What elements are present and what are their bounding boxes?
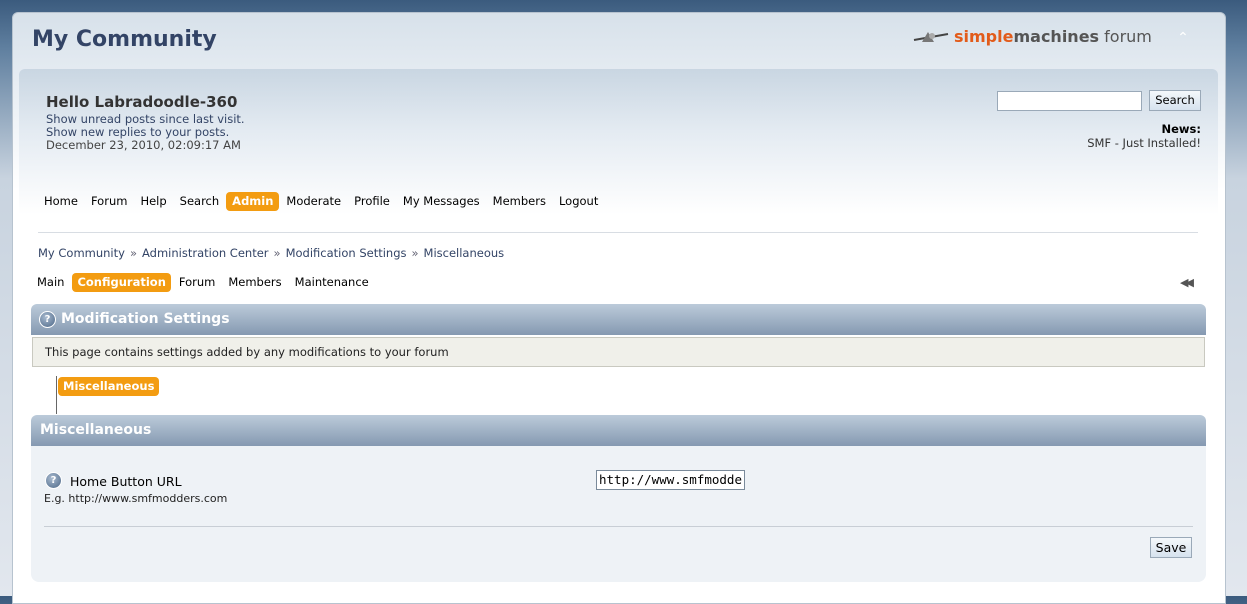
search-button[interactable]: Search <box>1149 90 1201 111</box>
user-greeting: Hello Labradoodle-360 <box>46 93 238 111</box>
gear-logo-icon <box>913 32 949 42</box>
description-text: This page contains settings added by any… <box>45 345 449 359</box>
admin-tab-maintenance[interactable]: Maintenance <box>290 273 374 292</box>
breadcrumb: My Community » Administration Center » Modif… <box>38 246 504 260</box>
breadcrumb-item[interactable]: Miscellaneous <box>424 246 505 260</box>
misc-header: Miscellaneous <box>31 415 1206 446</box>
menu-item-logout[interactable]: Logout <box>553 192 604 211</box>
menu-item-moderate[interactable]: Moderate <box>280 192 347 211</box>
menu-item-members[interactable]: Members <box>487 192 552 211</box>
admin-tab-members[interactable]: Members <box>223 273 286 292</box>
smf-logo[interactable]: simplemachines forum <box>912 24 1152 48</box>
breadcrumb-item[interactable]: My Community <box>38 246 125 260</box>
current-datetime: December 23, 2010, 02:09:17 AM <box>46 138 241 152</box>
admin-tab-configuration[interactable]: Configuration <box>72 273 171 292</box>
menu-item-admin[interactable]: Admin <box>226 192 280 211</box>
misc-title: Miscellaneous <box>40 422 152 438</box>
search-input[interactable] <box>997 91 1142 111</box>
breadcrumb-separator: » <box>129 246 137 260</box>
divider <box>38 232 1198 233</box>
admin-tab-main[interactable]: Main <box>32 273 69 292</box>
settings-panel <box>31 446 1206 582</box>
breadcrumb-item[interactable]: Administration Center <box>142 246 269 260</box>
logo-forum-text: forum <box>1104 26 1152 46</box>
breadcrumb-item[interactable]: Modification Settings <box>286 246 407 260</box>
help-icon[interactable]: ? <box>45 472 62 489</box>
divider <box>44 526 1193 527</box>
menu-item-forum[interactable]: Forum <box>85 192 133 211</box>
rewind-icon[interactable]: ◀◀ <box>1180 276 1194 289</box>
setting-label: Home Button URL <box>70 474 182 489</box>
breadcrumb-separator: » <box>411 246 419 260</box>
chevron-up-icon[interactable]: ⌃ <box>1174 30 1192 46</box>
news-text: SMF - Just Installed! <box>1087 136 1201 150</box>
tab-miscellaneous[interactable]: Miscellaneous <box>58 377 160 396</box>
logo-simple-text: simple <box>954 26 1014 46</box>
menu-item-my-messages[interactable]: My Messages <box>397 192 486 211</box>
menu-item-home[interactable]: Home <box>38 192 84 211</box>
admin-menu: Main Configuration Forum Members Mainten… <box>32 273 377 292</box>
help-icon[interactable]: ? <box>39 311 56 328</box>
menu-item-help[interactable]: Help <box>134 192 172 211</box>
admin-tab-forum[interactable]: Forum <box>174 273 220 292</box>
menu-item-search[interactable]: Search <box>174 192 226 211</box>
menu-item-profile[interactable]: Profile <box>348 192 396 211</box>
section-title: Modification Settings <box>61 311 230 327</box>
tab-connector <box>56 376 57 414</box>
setting-example: E.g. http://www.smfmodders.com <box>44 492 228 505</box>
news-label: News: <box>1161 122 1202 136</box>
logo-machines-text: machines <box>1013 26 1100 46</box>
section-header: ? Modification Settings <box>31 304 1206 335</box>
save-button[interactable]: Save <box>1150 537 1192 558</box>
breadcrumb-separator: » <box>273 246 281 260</box>
user-links: Show unread posts since last visit. Show… <box>46 113 245 152</box>
main-menu: Home Forum Help Search Admin Moderate Pr… <box>38 192 605 211</box>
home-button-url-input[interactable]: http://www.smfmodders.com <box>596 470 745 490</box>
site-title[interactable]: My Community <box>32 27 217 52</box>
section-description: This page contains settings added by any… <box>32 337 1205 367</box>
